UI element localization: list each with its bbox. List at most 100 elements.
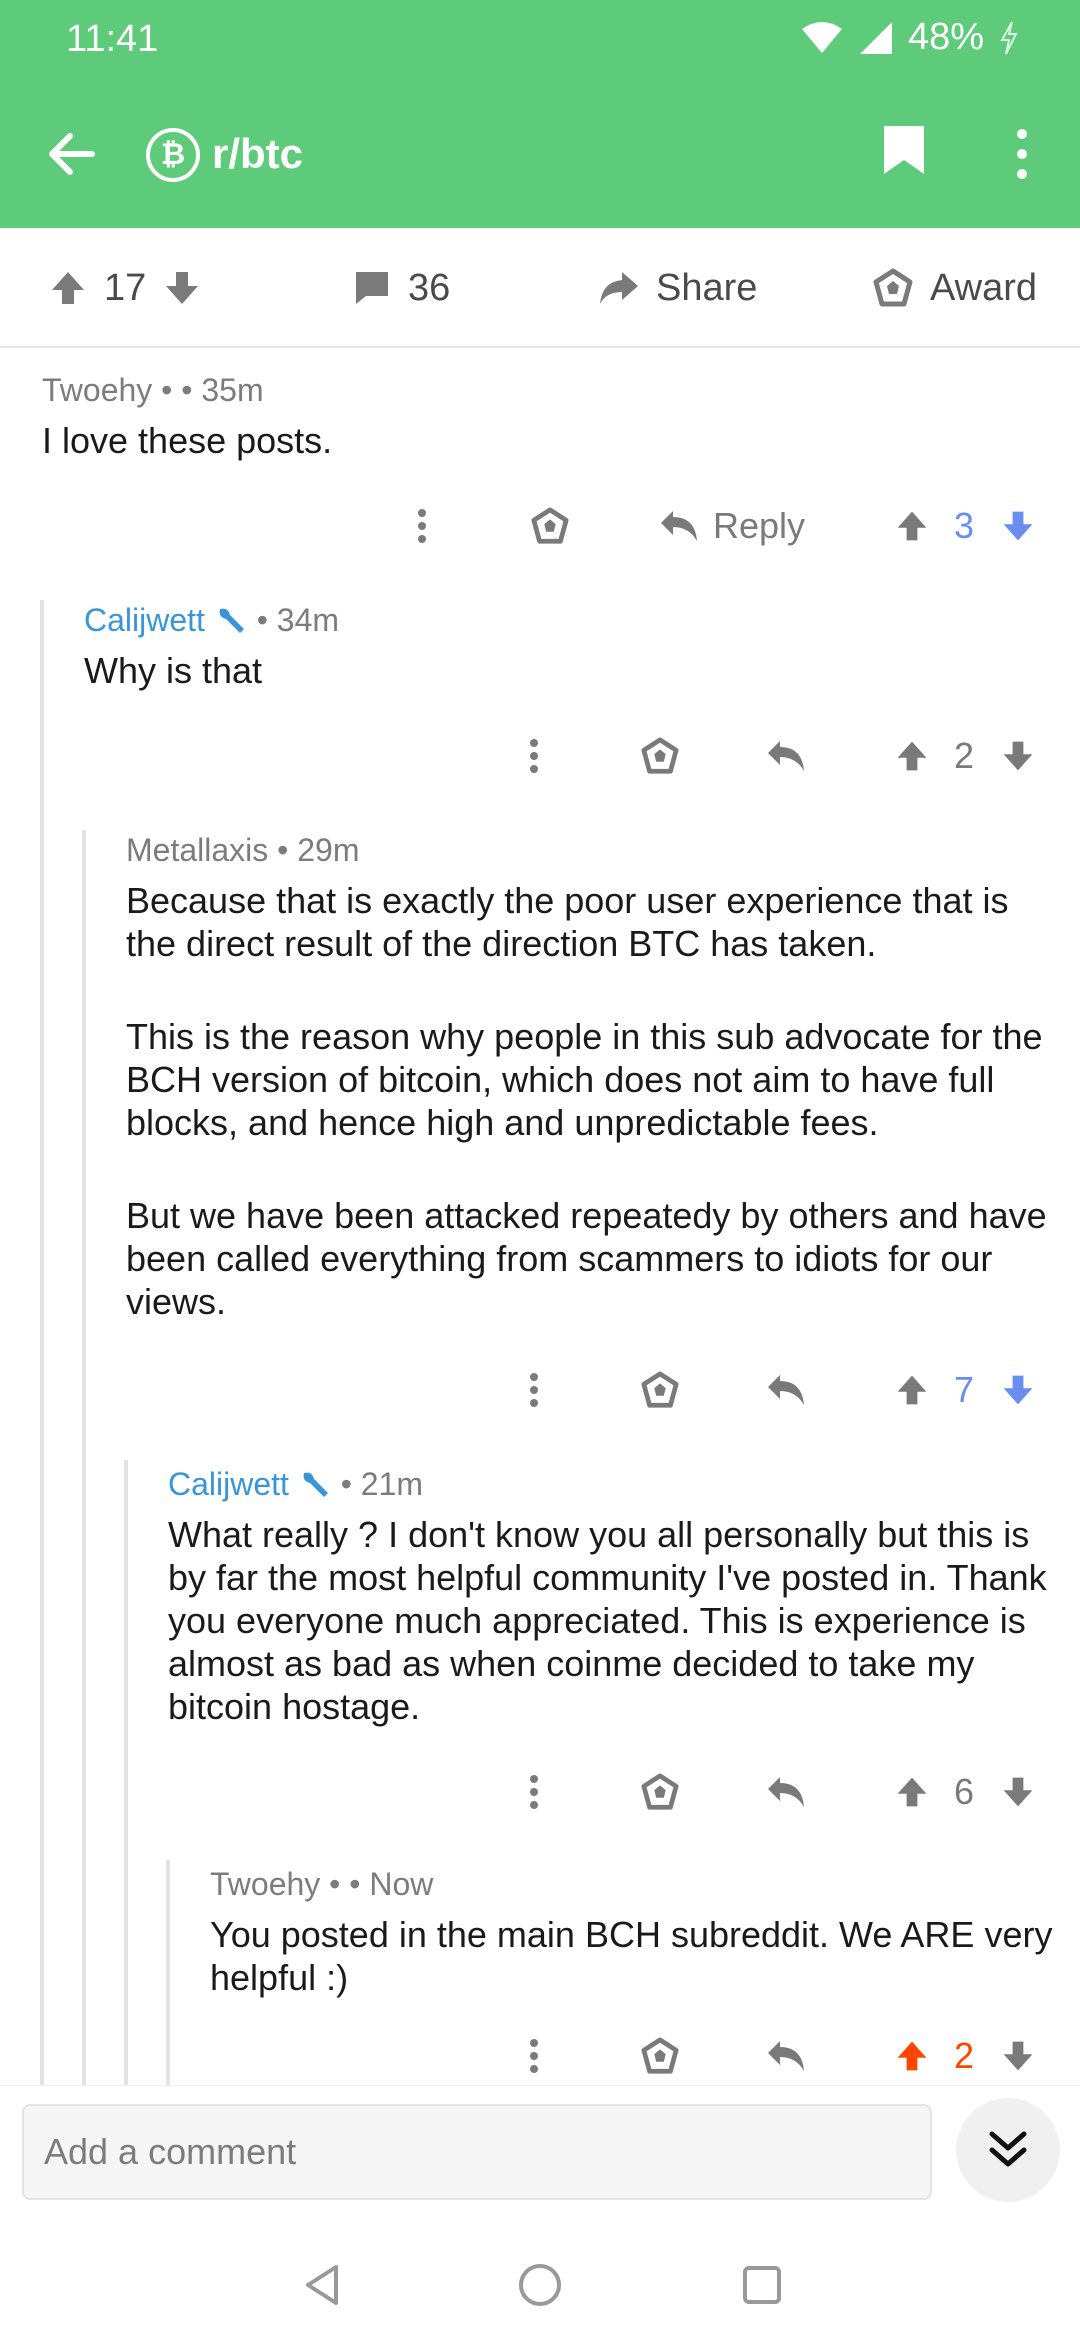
comment-meta: Twoehy • • 35m [42, 372, 264, 408]
upvote-arrow-icon[interactable] [48, 268, 88, 308]
reply-button[interactable] [764, 2026, 808, 2085]
comment-author[interactable]: Calijwett [168, 1466, 289, 1502]
reply-arrow-icon [768, 2041, 804, 2071]
system-nav-bar [0, 2225, 1080, 2340]
more-vertical-icon [530, 2039, 538, 2073]
comment-actions: 2 [0, 2026, 1080, 2085]
more-vertical-icon [530, 1775, 538, 1809]
toolbar: ₿ r/btc [0, 100, 1080, 208]
reply-arrow-icon [660, 511, 697, 541]
subreddit-name[interactable]: r/btc [212, 130, 303, 178]
comment-award-button[interactable] [520, 496, 580, 556]
comment-score: 2 [953, 2035, 975, 2076]
status-time: 11:41 [66, 18, 159, 60]
reply-arrow-icon [768, 1777, 804, 1807]
post-score: 17 [104, 266, 147, 309]
reply-button[interactable] [764, 1360, 808, 1420]
downvote-arrow-icon [1003, 741, 1033, 771]
comments-count-button[interactable]: 36 [352, 228, 450, 348]
downvote-arrow-icon [1003, 1375, 1033, 1405]
upvote-button[interactable] [892, 1360, 932, 1420]
wifi-icon [801, 21, 842, 53]
more-vertical-icon [1017, 129, 1027, 179]
comment-more-button[interactable] [512, 726, 556, 786]
nav-back-button[interactable] [282, 2245, 362, 2325]
circle-home-icon [519, 2264, 561, 2306]
comment-award-button[interactable] [630, 1762, 690, 1822]
share-arrow-icon [600, 272, 638, 304]
reply-button[interactable] [764, 726, 808, 786]
double-chevron-down-icon [989, 2131, 1027, 2167]
comment-meta: Metallaxis • 29m [126, 832, 360, 868]
comment-more-button[interactable] [400, 496, 444, 556]
comment-meta: Calijwett • 21m [168, 1466, 424, 1502]
more-vertical-icon [530, 1373, 538, 1407]
comment-more-button[interactable] [512, 2026, 556, 2085]
post-action-bar: 17 36 Share Award [0, 228, 1080, 348]
upvote-button[interactable] [892, 726, 932, 786]
comment-author[interactable]: Metallaxis [126, 832, 268, 868]
downvote-button[interactable] [998, 1762, 1038, 1822]
comment-body: You posted in the main BCH subreddit. We… [210, 1914, 1053, 1998]
comments-count: 36 [408, 266, 451, 309]
comment-time: 34m [276, 602, 340, 638]
downvote-arrow-icon[interactable] [162, 268, 202, 308]
comment-body: Because that is exactly the poor user ex… [126, 880, 1047, 1322]
comment-actions: 7 [0, 1360, 1080, 1420]
add-comment-input[interactable]: Add a comment [22, 2104, 932, 2200]
comment-author[interactable]: Twoehy [210, 1866, 320, 1902]
award-icon [641, 1371, 679, 1408]
comment: Calijwett • 34m Why is that [84, 602, 1044, 692]
comment-time: Now [369, 1866, 434, 1902]
comment-body: What really ? I don't know you all perso… [168, 1514, 1047, 1727]
reply-arrow-icon [768, 1375, 804, 1405]
comment-score: 3 [953, 505, 975, 546]
comment-time: 21m [360, 1466, 424, 1502]
downvote-arrow-icon [1003, 2041, 1033, 2071]
more-options-button[interactable] [1000, 122, 1044, 186]
comment-composer: Add a comment [0, 2085, 1080, 2225]
comment-score: 2 [953, 735, 975, 776]
comment-list: Twoehy • • 35m I love these posts. Reply… [0, 350, 1080, 2085]
signal-icon [859, 21, 892, 54]
share-label: Share [656, 266, 758, 309]
reply-button[interactable]: Reply [652, 496, 812, 556]
comment-score: 6 [953, 1771, 975, 1812]
nav-home-button[interactable] [500, 2245, 580, 2325]
downvote-button[interactable] [998, 2026, 1038, 2085]
bookmark-button[interactable] [880, 122, 940, 186]
upvote-button[interactable] [892, 2026, 932, 2085]
downvote-button[interactable] [998, 1360, 1038, 1420]
reply-button[interactable] [764, 1762, 808, 1822]
award-label: Award [930, 266, 1038, 309]
comment-meta: Twoehy • • Now [210, 1866, 434, 1902]
status-bar: 11:41 48% [0, 0, 1080, 80]
downvote-button[interactable] [998, 496, 1038, 556]
comment-more-button[interactable] [512, 1762, 556, 1822]
back-button[interactable] [40, 122, 104, 186]
comment-actions: 6 [0, 1762, 1080, 1822]
charging-icon [1000, 21, 1018, 54]
award-button[interactable]: Award [872, 228, 1037, 348]
comment-award-button[interactable] [630, 2026, 690, 2085]
more-vertical-icon [418, 509, 426, 543]
share-button[interactable]: Share [596, 228, 757, 348]
next-comment-button[interactable] [956, 2098, 1060, 2202]
upvote-arrow-icon [897, 2041, 927, 2071]
upvote-button[interactable] [892, 1762, 932, 1822]
reply-label: Reply [712, 505, 806, 546]
comment-author[interactable]: Calijwett [84, 602, 205, 638]
comment-author[interactable]: Twoehy [42, 372, 152, 408]
downvote-button[interactable] [998, 726, 1038, 786]
downvote-arrow-icon [1003, 1777, 1033, 1807]
comment-time: 35m [201, 372, 264, 408]
nav-recents-button[interactable] [722, 2245, 802, 2325]
award-icon [641, 737, 679, 774]
award-icon [641, 2037, 679, 2074]
wrench-icon [303, 1472, 328, 1497]
comment-more-button[interactable] [512, 1360, 556, 1420]
upvote-button[interactable] [892, 496, 932, 556]
comment-award-button[interactable] [630, 1360, 690, 1420]
upvote-arrow-icon [897, 511, 927, 541]
comment-award-button[interactable] [630, 726, 690, 786]
